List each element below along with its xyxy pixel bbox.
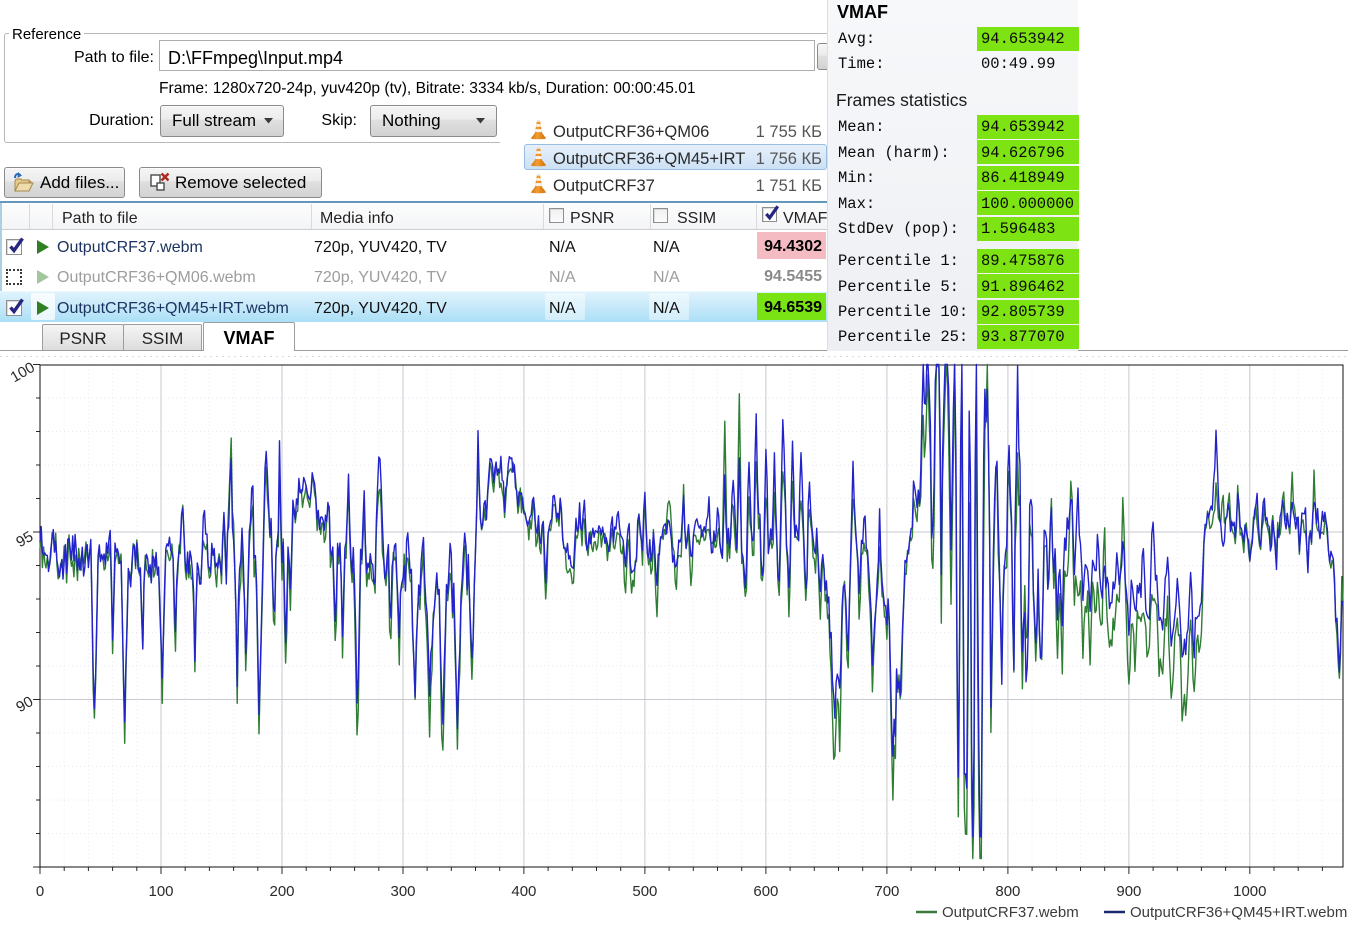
svg-text:900: 900	[1116, 883, 1141, 900]
svg-text:0: 0	[36, 883, 44, 900]
svg-text:95: 95	[13, 528, 36, 551]
svg-text:700: 700	[874, 883, 899, 900]
svg-text:800: 800	[995, 883, 1020, 900]
svg-text:100: 100	[8, 359, 38, 386]
svg-text:400: 400	[511, 883, 536, 900]
svg-text:300: 300	[390, 883, 415, 900]
svg-text:90: 90	[13, 693, 36, 716]
svg-text:600: 600	[753, 883, 778, 900]
svg-text:100: 100	[148, 883, 173, 900]
svg-text:OutputCRF37.webm: OutputCRF37.webm	[942, 904, 1079, 921]
svg-text:200: 200	[269, 883, 294, 900]
svg-text:1000: 1000	[1233, 883, 1266, 900]
svg-text:500: 500	[632, 883, 657, 900]
svg-text:OutputCRF36+QM45+IRT.webm: OutputCRF36+QM45+IRT.webm	[1130, 904, 1347, 921]
